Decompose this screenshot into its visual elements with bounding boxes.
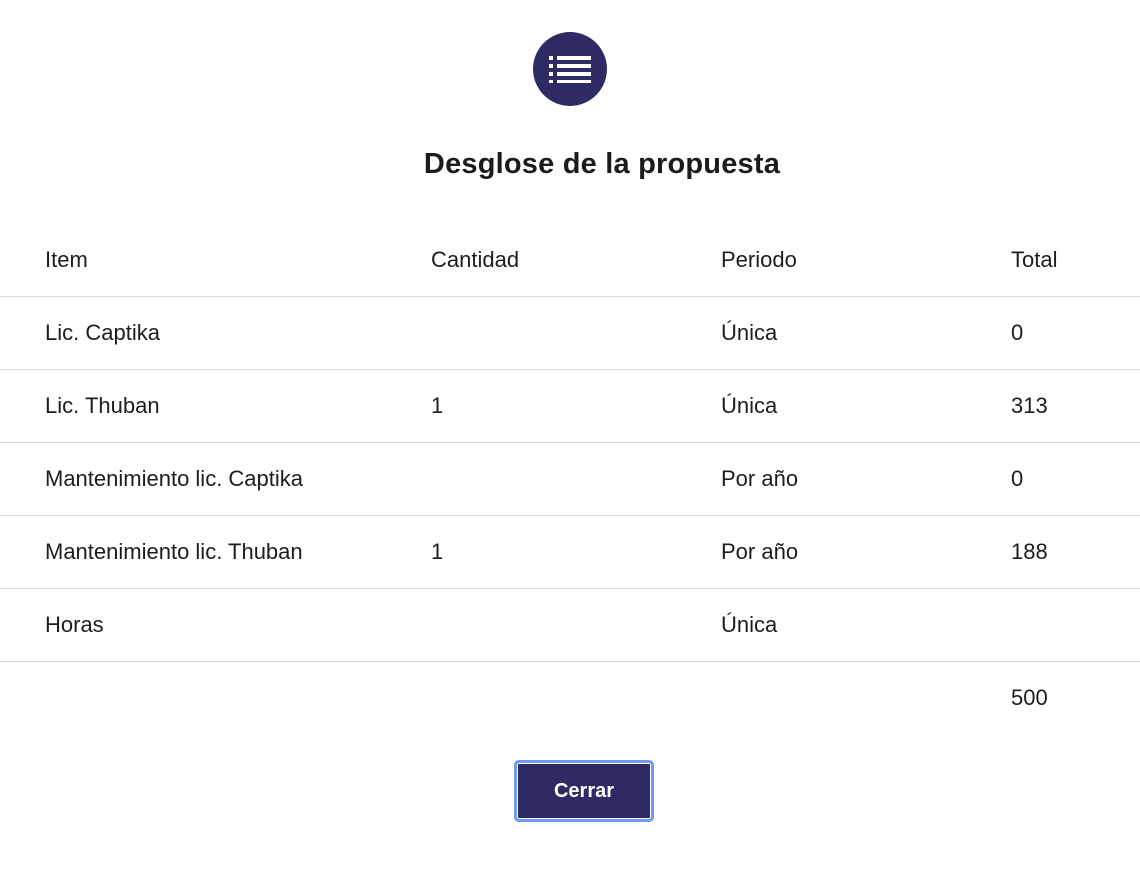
cell-cantidad (431, 296, 721, 370)
cell-periodo: Única (721, 369, 1011, 443)
cell-periodo: Única (721, 588, 1011, 662)
table-row: Lic. Thuban 1 Única 313 (0, 369, 1140, 443)
header-total: Total (1011, 224, 1140, 297)
table-row: Mantenimiento lic. Thuban 1 Por año 188 (0, 515, 1140, 589)
cell-cantidad (431, 442, 721, 516)
breakdown-table: Item Cantidad Periodo Total Lic. Captika… (0, 224, 1140, 734)
cell-cantidad: 1 (431, 515, 721, 589)
list-icon-glyph (549, 56, 591, 83)
grand-total-row: 500 (0, 662, 1140, 735)
proposal-breakdown-dialog: Desglose de la propuesta Item Cantidad P… (0, 0, 1140, 880)
cell-total: 0 (1011, 442, 1140, 516)
cell-item: Lic. Captika (0, 296, 431, 370)
cell-empty (431, 662, 721, 735)
cell-total: 313 (1011, 369, 1140, 443)
cell-periodo: Por año (721, 442, 1011, 516)
header-periodo: Periodo (721, 224, 1011, 297)
cell-item: Lic. Thuban (0, 369, 431, 443)
cell-total (1011, 588, 1140, 662)
dialog-title: Desglose de la propuesta (423, 148, 781, 180)
close-button[interactable]: Cerrar (514, 760, 654, 822)
table-row: Horas Única (0, 588, 1140, 662)
list-icon (533, 32, 607, 106)
table-row: Mantenimiento lic. Captika Por año 0 (0, 442, 1140, 516)
cell-item: Mantenimiento lic. Captika (0, 442, 431, 516)
cell-periodo: Única (721, 296, 1011, 370)
cell-total: 0 (1011, 296, 1140, 370)
cell-empty (0, 662, 431, 735)
header-cantidad: Cantidad (431, 224, 721, 297)
cell-cantidad: 1 (431, 369, 721, 443)
cell-periodo: Por año (721, 515, 1011, 589)
cell-item: Horas (0, 588, 431, 662)
table-header-row: Item Cantidad Periodo Total (0, 224, 1140, 297)
cell-item: Mantenimiento lic. Thuban (0, 515, 431, 589)
cell-total: 188 (1011, 515, 1140, 589)
grand-total-value: 500 (1011, 685, 1048, 710)
header-item: Item (0, 224, 431, 297)
table-row: Lic. Captika Única 0 (0, 296, 1140, 370)
cell-empty (721, 662, 1011, 735)
cell-cantidad (431, 588, 721, 662)
